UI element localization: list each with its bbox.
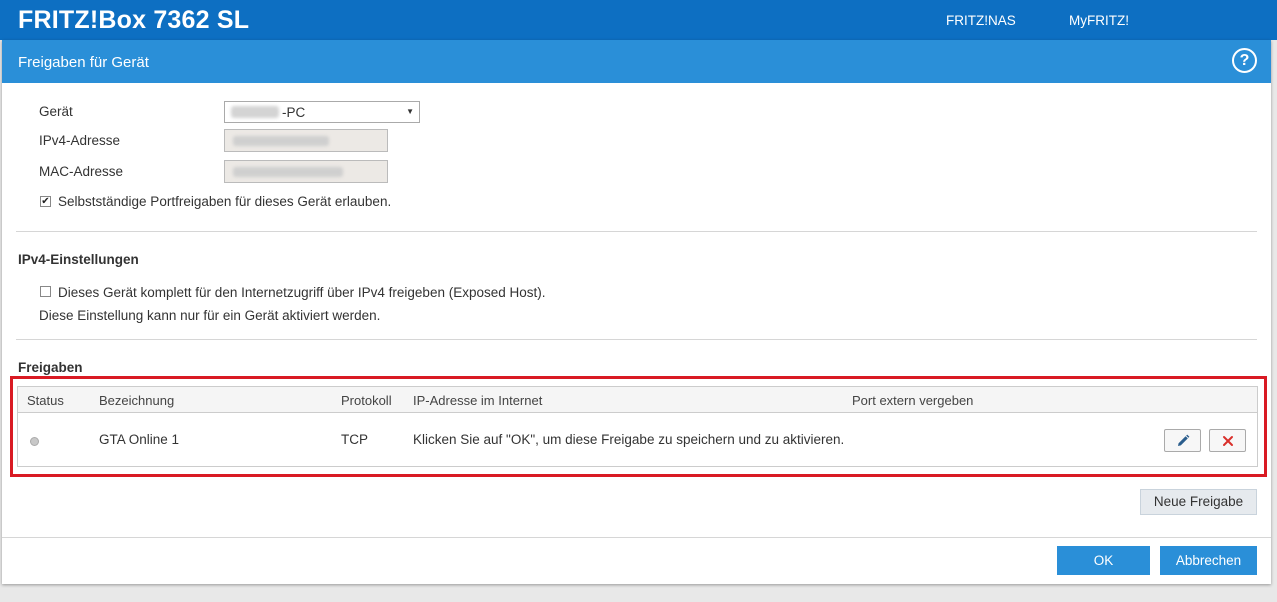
shares-dialog: Freigaben für Gerät ? Gerät -PC ▼ IPv4-A… xyxy=(2,40,1271,584)
checkbox-empty-icon[interactable] xyxy=(40,286,51,297)
top-bar: FRITZ!Box 7362 SL FRITZ!NAS MyFRITZ! xyxy=(0,0,1277,40)
col-bezeichnung: Bezeichnung xyxy=(99,393,175,408)
col-status: Status xyxy=(27,393,64,408)
divider xyxy=(16,339,1257,340)
redacted-mac xyxy=(233,167,343,177)
exposed-host-note: Diese Einstellung kann nur für ein Gerät… xyxy=(39,308,381,323)
new-share-button[interactable]: Neue Freigabe xyxy=(1140,489,1257,515)
status-inactive-icon xyxy=(30,437,39,446)
dialog-title: Freigaben für Gerät xyxy=(18,54,149,71)
ipv4-field xyxy=(224,129,388,152)
device-label: Gerät xyxy=(39,104,73,119)
edit-button[interactable] xyxy=(1164,429,1201,452)
pencil-icon xyxy=(1165,430,1200,451)
col-protokoll: Protokoll xyxy=(341,393,392,408)
exposed-host-label: Dieses Gerät komplett für den Internetzu… xyxy=(58,285,546,300)
table-header: Status Bezeichnung Protokoll IP-Adresse … xyxy=(18,387,1257,413)
help-icon[interactable]: ? xyxy=(1232,48,1257,73)
dialog-header: Freigaben für Gerät ? xyxy=(2,40,1271,83)
mac-label: MAC-Adresse xyxy=(39,164,124,179)
footer-divider xyxy=(2,537,1271,538)
ok-button[interactable]: OK xyxy=(1057,546,1150,575)
close-icon xyxy=(1210,430,1245,451)
ipv4-label: IPv4-Adresse xyxy=(39,133,121,148)
brand-title: FRITZ!Box 7362 SL xyxy=(18,6,250,34)
redacted-device-name xyxy=(231,106,279,118)
shares-table: Status Bezeichnung Protokoll IP-Adresse … xyxy=(17,386,1258,467)
selfshare-label: Selbstständige Portfreigaben für dieses … xyxy=(58,194,392,209)
col-port-extern: Port extern vergeben xyxy=(852,393,974,408)
col-ip-adresse: IP-Adresse im Internet xyxy=(413,393,543,408)
checkbox-checked-icon[interactable]: ✔ xyxy=(40,196,51,207)
nav-myfritz[interactable]: MyFRITZ! xyxy=(1069,13,1129,28)
divider xyxy=(16,231,1257,232)
row-name: GTA Online 1 xyxy=(99,432,180,447)
ipv4-settings-title: IPv4-Einstellungen xyxy=(18,252,139,267)
freigaben-title: Freigaben xyxy=(18,360,83,375)
dropdown-arrow-icon: ▼ xyxy=(406,107,414,116)
cancel-button[interactable]: Abbrechen xyxy=(1160,546,1257,575)
device-select-value: -PC xyxy=(282,105,306,120)
device-select[interactable]: -PC ▼ xyxy=(224,101,420,123)
redacted-ipv4 xyxy=(233,136,329,146)
nav-fritznas[interactable]: FRITZ!NAS xyxy=(946,13,1016,28)
row-info: Klicken Sie auf "OK", um diese Freigabe … xyxy=(413,432,845,447)
row-protocol: TCP xyxy=(341,432,368,447)
mac-field xyxy=(224,160,388,183)
delete-button[interactable] xyxy=(1209,429,1246,452)
